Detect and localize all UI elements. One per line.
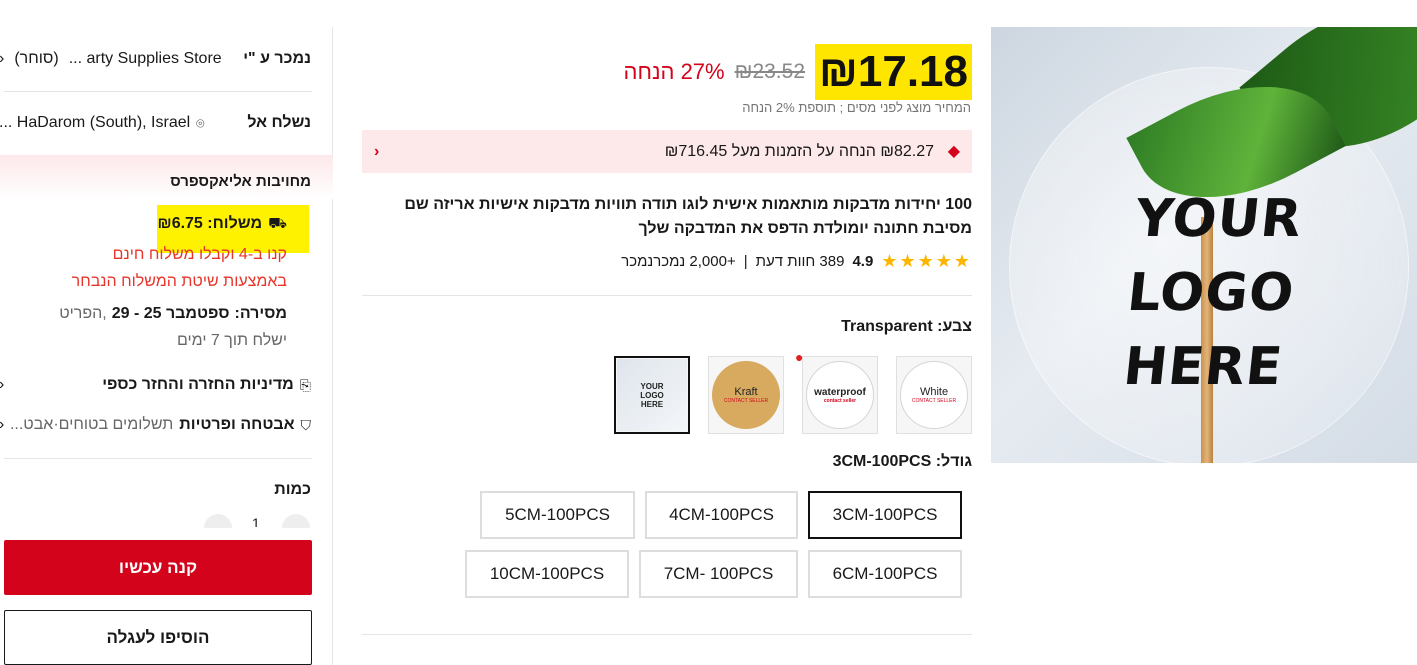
buy-now-button[interactable]: קנה עכשיו [4,540,312,595]
chevron-left-icon: ‹ [0,50,4,68]
chevron-left-icon: ‹ [0,376,4,394]
product-info: ₪17.18 ₪23.52 27% הנחה המחיר מוצג לפני מ… [362,0,972,665]
quantity-decrease-button[interactable] [204,514,232,528]
quantity-increase-button[interactable] [282,514,310,528]
swatch-kraft-sub: CONTACT SELLER [723,398,769,404]
price-row: ₪17.18 ₪23.52 27% הנחה [624,43,972,101]
purchase-sidebar: נמכר ע "י arty Supplies Store ... (סוחר)… [0,27,333,665]
swatch-waterproof-sub: contact seller [823,397,857,404]
tax-note: המחיר מוצג לפני מסים ; תוספת 2% הנחה [742,100,971,115]
discount-percent: 27% הנחה [623,59,725,84]
delivery-label: מסירה: [234,305,288,322]
divider [362,634,972,635]
swatch-kraft[interactable]: Kraft CONTACT SELLER [708,356,784,434]
sold-by-label: נמכר ע "י [243,50,311,67]
ship-to-label: נשלח אל [247,114,311,131]
original-price: ₪23.52 [734,60,805,83]
current-price: ₪17.18 [815,44,972,100]
quantity-label: כמות [274,481,311,498]
sold-by-row[interactable]: נמכר ע "י arty Supplies Store ... (סוחר)… [0,47,311,71]
sold-count: +2,000 נמכרנמכר [621,253,736,270]
divider [4,91,312,92]
free-shipping-line2: באמצעות שיטת המשלוח הנבחר [71,273,287,290]
star-rating-icon: ★★★★★ [881,251,972,271]
swatch-waterproof[interactable]: ● waterproof contact seller [795,349,878,434]
size-option-10cm[interactable]: 10CM-100PCS [465,550,629,598]
chevron-left-icon: ‹ [374,142,380,160]
swatch-kraft-text: Kraft [734,386,758,398]
size-label: גודל: 3CM-100PCS [832,453,972,470]
size-option-5cm[interactable]: 5CM-100PCS [480,491,635,539]
security-desc: תשלומים בטוחים·אבט... [9,416,174,433]
store-name[interactable]: arty Supplies Store ... [69,50,222,68]
ship-to-row[interactable]: נשלח אל ⌾ HaDarom (South), Israel ... [0,111,311,135]
security-label: אבטחה ופרטיות [179,416,295,433]
image-logo-line2: HERE [1120,337,1286,397]
color-label: צבע: Transparent [841,318,972,335]
delivery-dates: ספטמבר 25 - 29 [111,305,230,322]
size-option-6cm[interactable]: 6CM-100PCS [808,550,962,598]
quantity-value[interactable]: 1 [252,515,260,527]
store-tag: (סוחר) [14,50,59,67]
tag-icon: ◆ [947,142,960,160]
product-title: 100 יחידות מדבקות מותאמות אישית לוגו תוד… [404,196,972,237]
swatch-white[interactable]: White CONTACT SELLER [896,356,972,434]
shield-icon: ⛉ [300,416,312,433]
ship-to-value[interactable]: HaDarom (South), Israel ... [0,114,190,132]
delivery-row: מסירה: ספטמבר 25 - 29 ,הפריט [59,305,287,323]
color-swatches: White CONTACT SELLER ● waterproof contac… [614,349,972,434]
coupon-text: ₪82.27 הנחה על הזמנות מעל ₪716.45 [664,142,934,160]
rating-row[interactable]: ★★★★★ 4.9 389 חוות דעת | +2,000 נמכרנמכר [621,251,972,272]
size-option-3cm[interactable]: 3CM-100PCS [808,491,962,539]
return-policy-row[interactable]: ⎘ מדיניות החזרה והחזר כספי ‹ [0,373,311,397]
return-icon: ⎘ [299,376,311,393]
delivery-suffix: ,הפריט [59,305,107,322]
image-logo-line1: YOUR LOGO [1124,189,1306,323]
swatch-waterproof-text: waterproof [814,386,866,398]
divider [362,295,972,296]
divider [4,458,312,459]
free-shipping-line1: קנו ב-4 וקבלו משלוח חינם [112,246,287,263]
add-to-cart-button[interactable]: הוסיפו לעגלה [4,610,312,665]
size-option-7cm[interactable]: 7CM- 100PCS [639,550,798,598]
reviews-count[interactable]: 389 חוות דעת [756,253,845,270]
fire-icon: ● [795,349,804,365]
swatch-transparent-text: YOUR LOGO HERE [640,381,664,409]
location-pin-icon: ⌾ [196,114,205,131]
truck-icon: ⛟ [268,214,287,232]
coupon-banner[interactable]: ◆ ₪82.27 הנחה על הזמנות מעל ₪716.45 ‹ [362,130,972,173]
shipping-cost: משלוח: ₪6.75 [157,215,263,232]
size-option-4cm[interactable]: 4CM-100PCS [645,491,798,539]
separator: | [743,253,748,270]
swatch-white-text: White [919,386,949,398]
swatch-white-sub: CONTACT SELLER [911,398,957,404]
security-row[interactable]: ⛉ אבטחה ופרטיות תשלומים בטוחים·אבט... ‹ [0,413,311,437]
product-image[interactable]: YOUR LOGO HERE [991,27,1417,463]
chevron-left-icon: ‹ [0,416,4,434]
ships-within: ישלח תוך 7 ימים [176,332,287,349]
shipping-row[interactable]: ⛟ משלוח: ₪6.75 ‹ [0,211,311,237]
image-logo-text: YOUR LOGO HERE [1049,182,1372,404]
rating-value: 4.9 [852,253,874,270]
commitment-title: מחויבות אליאקספרס [170,173,311,190]
return-policy-label: מדיניות החזרה והחזר כספי [102,376,294,393]
swatch-transparent[interactable]: YOUR LOGO HERE [614,356,690,434]
